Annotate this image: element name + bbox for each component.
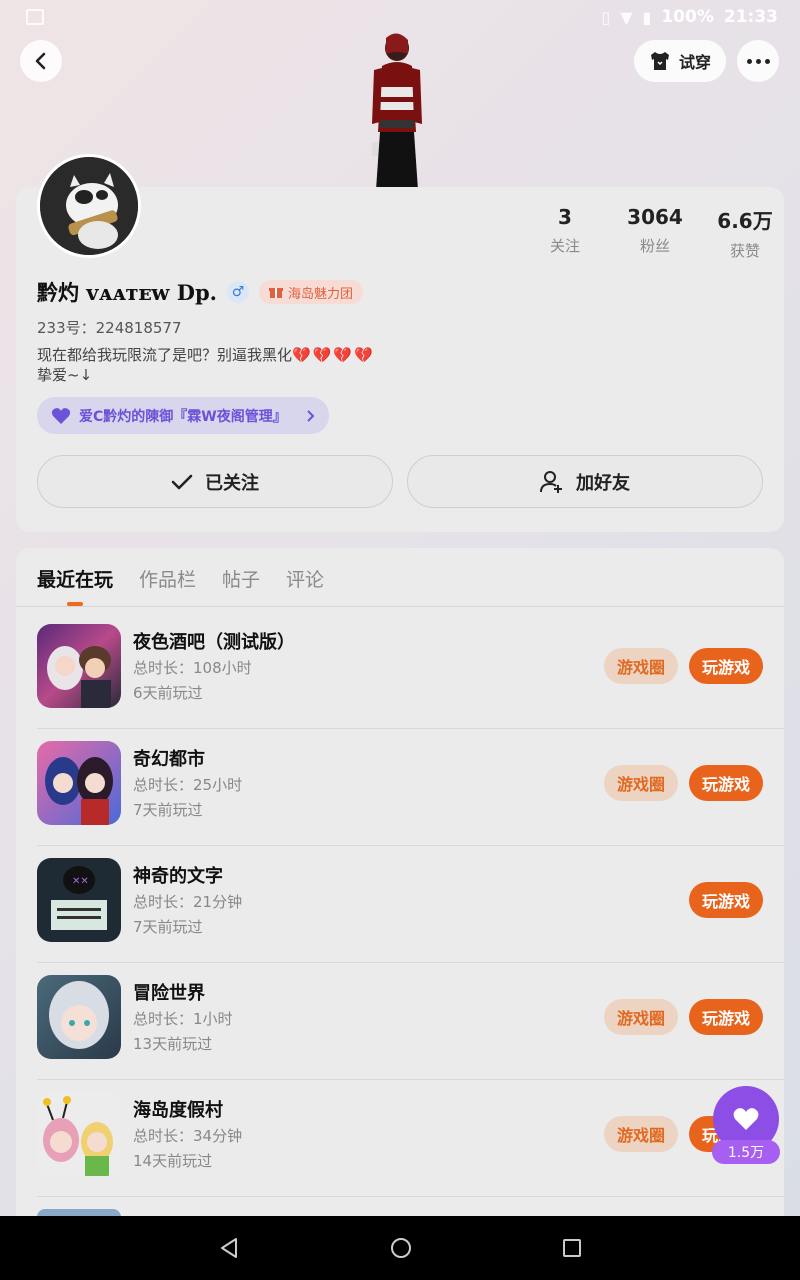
battery-percent: 100%	[661, 7, 714, 27]
list-item[interactable]: 夜色酒吧（测试版） 总时长：108小时 6天前玩过 游戏圈 玩游戏	[37, 612, 784, 729]
game-icon	[37, 975, 121, 1059]
game-icon	[37, 624, 121, 708]
more-icon	[746, 58, 770, 64]
tab-comments[interactable]: 评论	[286, 565, 324, 592]
stat-likes-label: 获赞	[729, 242, 760, 260]
charm-group-badge[interactable]: 海岛魅力团	[259, 280, 364, 304]
stat-likes[interactable]: 6.6万 获赞	[700, 205, 790, 261]
game-duration: 总时长：108小时	[133, 659, 252, 677]
add-user-icon	[540, 470, 562, 493]
play-game-button[interactable]: 玩游戏	[689, 999, 763, 1035]
game-title: 冒险世界	[133, 983, 205, 1004]
system-nav-bar	[0, 1216, 800, 1280]
stat-fans-num: 3064	[627, 205, 683, 229]
game-title: 海岛度假村	[133, 1100, 223, 1121]
game-circle-button[interactable]: 游戏圈	[604, 648, 678, 684]
tabs-divider	[16, 606, 784, 607]
play-game-button[interactable]: 玩游戏	[689, 882, 763, 918]
heart-icon	[51, 407, 71, 424]
user-name: 黔灼 ᴠᴀᴀᴛᴇᴡ Dp.	[37, 280, 217, 305]
game-icon	[37, 741, 121, 825]
nav-recents-icon[interactable]	[562, 1238, 582, 1258]
wifi-icon: ▼	[620, 7, 633, 27]
followed-label: 已关注	[205, 472, 259, 494]
list-item[interactable]: 奇幻都市 总时长：25小时 7天前玩过 游戏圈 玩游戏	[37, 729, 784, 846]
stat-following[interactable]: 3 关注	[520, 205, 610, 261]
followed-button[interactable]: 已关注	[37, 455, 393, 508]
vibrate-icon: ▯	[601, 7, 611, 27]
play-game-button[interactable]: 玩游戏	[689, 648, 763, 684]
user-bio: 现在都给我玩限流了是吧？别逼我黑化💔💔💔💔 挚爱~↓	[37, 345, 375, 385]
avatar-figure[interactable]	[360, 32, 434, 190]
profile-tabs: 最近在玩 作品栏 帖子 评论	[37, 565, 324, 592]
row-divider	[37, 1196, 784, 1197]
add-friend-label: 加好友	[576, 472, 630, 494]
game-title: 神奇的文字	[133, 866, 223, 887]
bio-hearts: 💔💔💔💔	[292, 346, 375, 364]
status-bar: ▯ ▼ ▮ 100% 21:33	[0, 0, 800, 34]
stat-following-num: 3	[558, 205, 572, 229]
bio-line-1: 现在都给我玩限流了是吧？别逼我黑化	[37, 346, 293, 364]
guardian-banner[interactable]: 爱C黔灼的陳御『霖W夜阁管理』	[37, 397, 329, 434]
clock: 21:33	[723, 7, 778, 27]
add-friend-button[interactable]: 加好友	[407, 455, 763, 508]
stat-likes-num: 6.6万	[717, 209, 773, 233]
list-item[interactable]: 冒险世界 总时长：1小时 13天前玩过 游戏圈 玩游戏	[37, 963, 784, 1080]
game-title: 奇幻都市	[133, 749, 205, 770]
nav-back-icon[interactable]	[218, 1237, 240, 1259]
chevron-right-icon	[307, 409, 315, 422]
game-duration: 总时长：34分钟	[133, 1127, 243, 1145]
game-icon	[37, 1092, 121, 1176]
game-last-played: 6天前玩过	[133, 684, 203, 702]
battery-icon: ▮	[642, 7, 652, 27]
list-item[interactable]: 海岛度假村 总时长：34分钟 14天前玩过 游戏圈 玩游戏	[37, 1080, 784, 1197]
like-count: 1.5万	[712, 1140, 780, 1164]
name-row: 黔灼 ᴠᴀᴀᴛᴇᴡ Dp. ♂ 海岛魅力团	[37, 277, 364, 307]
back-button[interactable]	[20, 40, 62, 82]
nav-home-icon[interactable]	[390, 1237, 412, 1259]
svg-text:✕✕: ✕✕	[72, 876, 89, 887]
male-icon: ♂	[227, 281, 249, 303]
gallery-icon	[26, 9, 44, 25]
stat-following-label: 关注	[549, 237, 580, 255]
avatar[interactable]	[37, 154, 141, 258]
stat-fans[interactable]: 3064 粉丝	[610, 205, 700, 261]
game-circle-button[interactable]: 游戏圈	[604, 999, 678, 1035]
game-circle-button[interactable]: 游戏圈	[604, 765, 678, 801]
charm-group-label: 海岛魅力团	[288, 286, 354, 302]
game-last-played: 7天前玩过	[133, 801, 203, 819]
more-button[interactable]	[737, 40, 779, 82]
try-on-button[interactable]: 试穿	[634, 40, 726, 82]
tab-works[interactable]: 作品栏	[139, 565, 196, 592]
game-last-played: 13天前玩过	[133, 1035, 213, 1053]
heart-icon	[733, 1108, 759, 1130]
game-last-played: 7天前玩过	[133, 918, 203, 936]
play-game-button[interactable]: 玩游戏	[689, 765, 763, 801]
stat-fans-label: 粉丝	[639, 237, 670, 255]
game-duration: 总时长：25小时	[133, 776, 243, 794]
tab-recent-played[interactable]: 最近在玩	[37, 565, 113, 592]
chevron-left-icon	[35, 52, 46, 70]
game-circle-button[interactable]: 游戏圈	[604, 1116, 678, 1152]
list-item[interactable]: ✕✕ 神奇的文字 总时长：21分钟 7天前玩过 玩游戏	[37, 846, 784, 963]
shirt-icon	[650, 52, 669, 70]
bio-line-2: 挚爱~↓	[37, 366, 93, 384]
game-title: 夜色酒吧（测试版）	[133, 632, 295, 653]
game-duration: 总时长：1小时	[133, 1010, 233, 1028]
game-last-played: 14天前玩过	[133, 1152, 213, 1170]
check-icon	[171, 474, 193, 489]
try-on-label: 试穿	[678, 53, 711, 72]
gift-icon	[269, 288, 283, 298]
game-duration: 总时长：21分钟	[133, 893, 243, 911]
tab-posts[interactable]: 帖子	[222, 565, 260, 592]
game-icon: ✕✕	[37, 858, 121, 942]
profile-stats: 3 关注 3064 粉丝 6.6万 获赞	[520, 205, 790, 261]
user-id[interactable]: 233号：224818577	[37, 317, 182, 338]
guardian-text: 爱C黔灼的陳御『霖W夜阁管理』	[79, 408, 287, 425]
